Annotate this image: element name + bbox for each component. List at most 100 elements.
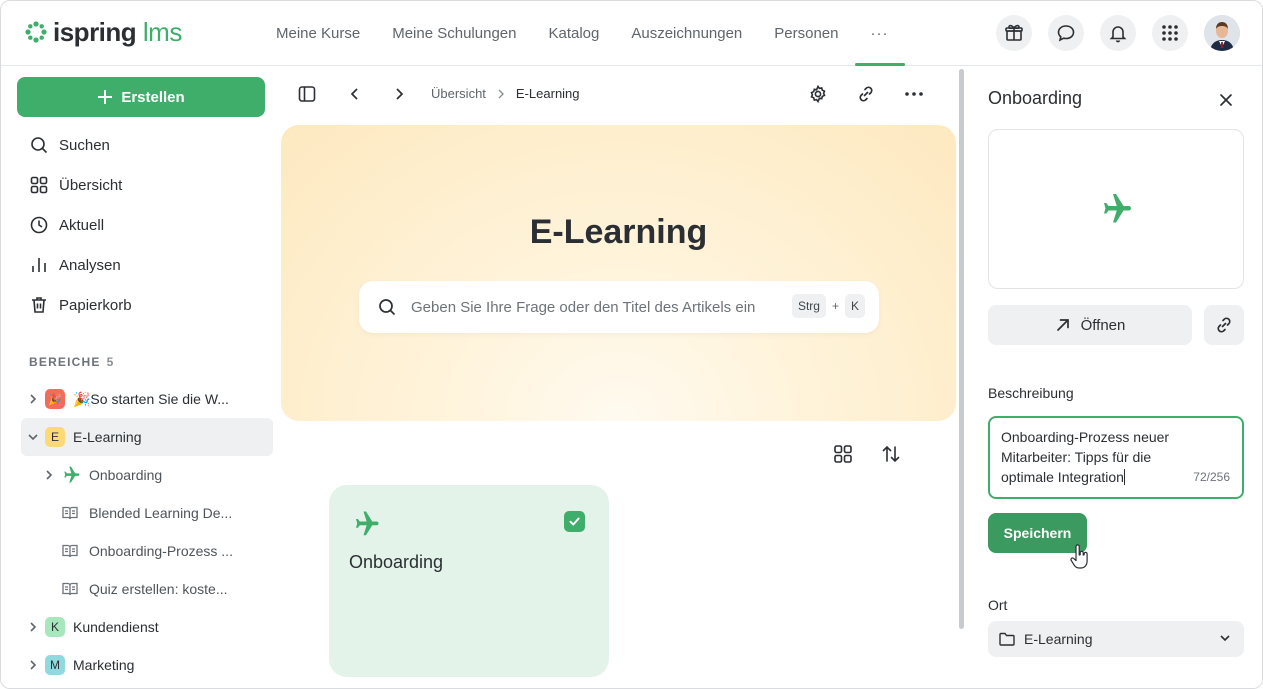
tree-item-onboarding[interactable]: Onboarding <box>21 456 273 494</box>
forward-button[interactable] <box>387 82 411 106</box>
grid-view-button[interactable] <box>831 442 855 470</box>
sidebar-item-label: Papierkorb <box>59 296 132 314</box>
main-nav: Meine Kurse Meine Schulungen Katalog Aus… <box>260 1 905 66</box>
description-value: Onboarding-Prozess neuer Mitarbeiter: Ti… <box>1001 429 1170 485</box>
sidebar-item-overview[interactable]: Übersicht <box>17 165 273 205</box>
tree-space-getting-started[interactable]: 🎉 🎉So starten Sie die W... <box>21 380 273 418</box>
chevron-right-icon[interactable] <box>21 659 45 671</box>
search-input[interactable]: Geben Sie Ihre Frage oder den Titel des … <box>359 281 879 333</box>
tree-item-label: Onboarding <box>89 467 163 483</box>
space-badge: M <box>45 655 65 675</box>
ispring-logo-icon <box>25 21 47 43</box>
space-badge: K <box>45 617 65 637</box>
chevron-right-icon[interactable] <box>21 393 45 405</box>
description-textarea[interactable]: Onboarding-Prozess neuer Mitarbeiter: Ti… <box>988 416 1244 499</box>
airplane-icon <box>356 511 379 536</box>
text-caret <box>1123 469 1125 485</box>
tree-space-marketing[interactable]: M Marketing <box>21 646 273 684</box>
open-button[interactable]: Öffnen <box>988 305 1192 345</box>
sidebar-item-label: Übersicht <box>59 176 123 194</box>
search-shortcut: Strg + K <box>791 294 865 318</box>
tree-item-label: Quiz erstellen: koste... <box>89 581 228 597</box>
card-select-checkbox[interactable] <box>564 511 585 532</box>
chevron-right-icon[interactable] <box>21 621 45 633</box>
book-icon <box>62 506 78 520</box>
nav-personen[interactable]: Personen <box>758 1 854 66</box>
location-select[interactable]: E-Learning <box>988 621 1244 657</box>
page-title: E-Learning <box>529 213 708 251</box>
apps-grid-icon <box>1162 25 1178 41</box>
folder-icon <box>999 632 1015 646</box>
breadcrumb-parent[interactable]: Übersicht <box>431 86 486 101</box>
content-card-onboarding[interactable]: Onboarding <box>329 485 609 677</box>
tree-item-onboarding-prozess[interactable]: Onboarding-Prozess ... <box>21 532 273 570</box>
nav-auszeichnungen[interactable]: Auszeichnungen <box>615 1 758 66</box>
grid-icon <box>30 176 48 194</box>
tree-space-kundendienst[interactable]: K Kundendienst <box>21 608 273 646</box>
search-icon <box>379 299 396 316</box>
avatar[interactable] <box>1204 15 1240 51</box>
chat-button[interactable] <box>1048 15 1084 51</box>
more-horizontal-icon <box>905 92 923 96</box>
tree-item-label: Kundendienst <box>73 619 159 635</box>
spaces-section-label: BEREICHE 5 <box>29 355 115 369</box>
sidebar-item-trash[interactable]: Papierkorb <box>17 285 273 325</box>
nav-meine-kurse[interactable]: Meine Kurse <box>260 1 376 66</box>
tree-item-label: E-Learning <box>73 429 142 445</box>
airplane-icon <box>1104 194 1131 223</box>
location-value: E-Learning <box>1024 631 1093 647</box>
sidebar-item-recent[interactable]: Aktuell <box>17 205 273 245</box>
notifications-button[interactable] <box>1100 15 1136 51</box>
chevron-down-icon[interactable] <box>21 431 45 443</box>
main-scrollbar[interactable] <box>959 69 964 629</box>
main-content: Übersicht E-Learning E-Learning Geben Si… <box>281 66 965 688</box>
sidebar-item-analytics[interactable]: Analysen <box>17 245 273 285</box>
chevron-right-icon <box>396 88 404 100</box>
copy-link-button[interactable] <box>854 82 878 106</box>
sidebar-menu: Suchen Übersicht Aktuell Analysen Papier… <box>17 125 273 325</box>
tree-item-quiz-erstellen[interactable]: Quiz erstellen: koste... <box>21 570 273 608</box>
breadcrumb-separator-icon <box>498 89 504 98</box>
spaces-tree: 🎉 🎉So starten Sie die W... E E-Learning … <box>21 380 273 684</box>
description-text: Onboarding-Prozess neuer Mitarbeiter: Ti… <box>1001 427 1186 487</box>
gift-button[interactable] <box>996 15 1032 51</box>
chevron-right-icon[interactable] <box>37 469 61 481</box>
arrow-up-right-icon <box>1056 319 1069 331</box>
grid-view-icon <box>834 445 852 463</box>
apps-button[interactable] <box>1152 15 1188 51</box>
sidebar-toggle-icon <box>298 86 316 102</box>
toggle-sidebar-button[interactable] <box>295 82 319 106</box>
sidebar-item-search[interactable]: Suchen <box>17 125 273 165</box>
settings-button[interactable] <box>806 82 830 106</box>
tree-item-label: Marketing <box>73 657 135 673</box>
copy-link-button[interactable] <box>1204 305 1244 345</box>
tree-item-label: 🎉So starten Sie die W... <box>73 390 229 407</box>
description-label: Beschreibung <box>988 385 1074 401</box>
more-options-button[interactable] <box>902 82 926 106</box>
tree-item-blended-learning[interactable]: Blended Learning De... <box>21 494 273 532</box>
clock-icon <box>30 216 48 234</box>
hand-pointer-cursor-icon <box>1070 544 1088 569</box>
sidebar-item-label: Suchen <box>59 136 110 154</box>
nav-meine-schulungen[interactable]: Meine Schulungen <box>376 1 532 66</box>
tree-item-label: Blended Learning De... <box>89 505 233 521</box>
sidebar-item-label: Analysen <box>59 256 121 274</box>
bell-icon <box>1109 26 1127 43</box>
create-button[interactable]: Erstellen <box>17 77 265 117</box>
nav-more-button[interactable]: ··· <box>854 1 905 66</box>
nav-katalog[interactable]: Katalog <box>532 1 615 66</box>
ispring-logo[interactable]: ispring lms <box>25 19 182 45</box>
close-icon <box>1220 94 1232 106</box>
content-toolbar: Übersicht E-Learning <box>281 66 965 122</box>
book-icon <box>62 544 78 558</box>
search-placeholder: Geben Sie Ihre Frage oder den Titel des … <box>411 298 756 316</box>
sidebar-item-label: Aktuell <box>59 216 105 234</box>
location-label: Ort <box>988 597 1008 613</box>
shortcut-key-ctrl: Strg <box>791 294 826 318</box>
chevron-down-icon <box>1220 635 1230 642</box>
gear-icon <box>810 84 826 104</box>
tree-space-e-learning[interactable]: E E-Learning <box>21 418 273 456</box>
sort-button[interactable] <box>879 442 903 470</box>
back-button[interactable] <box>343 82 367 106</box>
close-panel-button[interactable] <box>1214 88 1238 112</box>
